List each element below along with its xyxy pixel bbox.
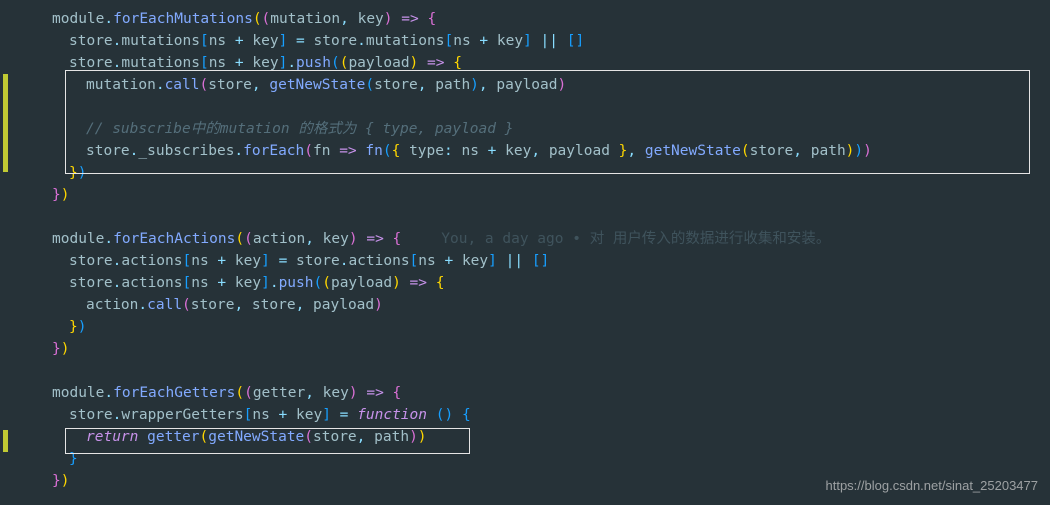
code-line: }) (18, 338, 1050, 360)
watermark: https://blog.csdn.net/sinat_25203477 (826, 475, 1039, 497)
code-line: module.forEachActions((action, key) => {… (18, 228, 1050, 250)
git-blame-annotation: You, a day ago • 对 用户传入的数据进行收集和安装。 (441, 231, 830, 247)
code-line: store.mutations[ns + key].push((payload)… (18, 52, 1050, 74)
code-line: action.call(store, store, payload) (18, 294, 1050, 316)
code-line: }) (18, 316, 1050, 338)
blank-line (18, 206, 1050, 228)
code-line: return getter(getNewState(store, path)) (18, 426, 1050, 448)
code-line: mutation.call(store, getNewState(store, … (18, 74, 1050, 96)
code-line: store.actions[ns + key].push((payload) =… (18, 272, 1050, 294)
code-line: store._subscribes.forEach(fn => fn({ typ… (18, 140, 1050, 162)
code-line: store.actions[ns + key] = store.actions[… (18, 250, 1050, 272)
code-line: store.mutations[ns + key] = store.mutati… (18, 30, 1050, 52)
code-line: module.forEachMutations((mutation, key) … (18, 8, 1050, 30)
code-line: }) (18, 162, 1050, 184)
code-line: } (18, 448, 1050, 470)
code-line: module.forEachGetters((getter, key) => { (18, 382, 1050, 404)
blank-line (18, 360, 1050, 382)
code-line: store.wrapperGetters[ns + key] = functio… (18, 404, 1050, 426)
code-editor[interactable]: module.forEachMutations((mutation, key) … (0, 0, 1050, 492)
code-comment: // subscribe中的mutation 的格式为 { type, payl… (18, 118, 1050, 140)
blank-line (18, 96, 1050, 118)
code-line: }) (18, 184, 1050, 206)
